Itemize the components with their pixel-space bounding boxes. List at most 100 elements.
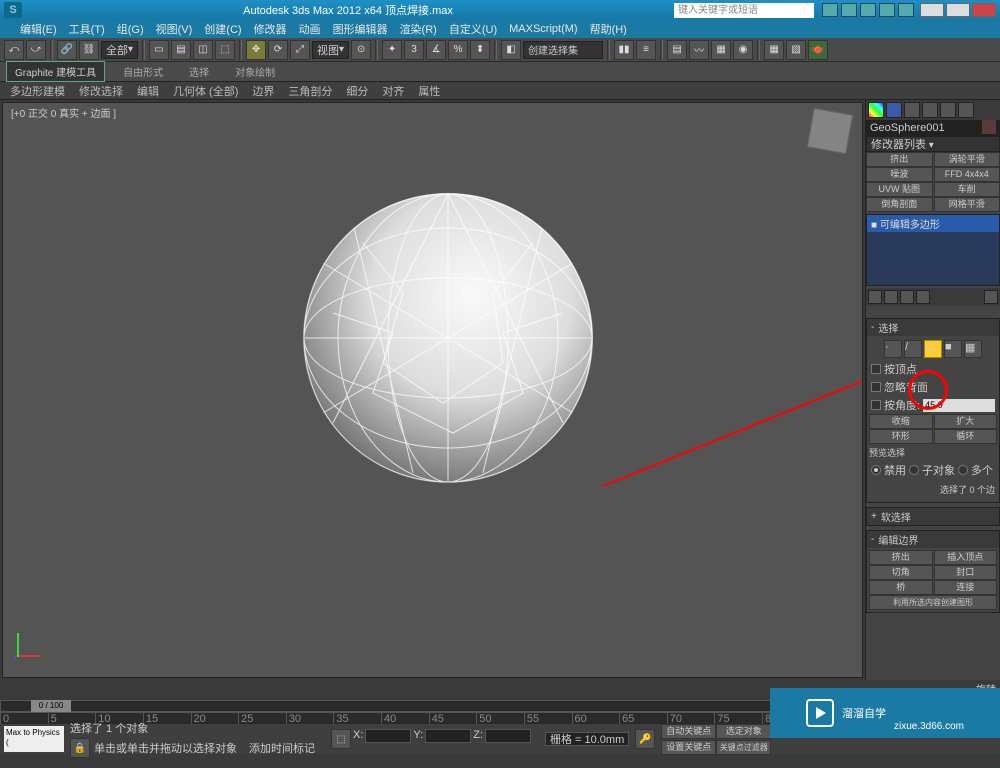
ignore-backfacing-checkbox[interactable] (871, 382, 881, 392)
preset-bevel[interactable]: 倒角剖面 (866, 197, 933, 212)
by-angle-checkbox[interactable] (871, 400, 881, 410)
time-slider-thumb[interactable]: 0 / 100 (31, 700, 71, 712)
preset-meshsmooth[interactable]: 网格平滑 (934, 197, 1000, 212)
rollout-soft-header[interactable]: 软选择 (867, 508, 999, 525)
connect-button[interactable]: 连接 (934, 580, 998, 595)
maximize-button[interactable] (946, 3, 970, 17)
link-icon[interactable]: 🔗 (57, 40, 77, 60)
modifier-list-dropdown[interactable]: 修改器列表 ▾ (866, 136, 1000, 152)
key-mode-icon[interactable]: 🔑 (635, 729, 655, 749)
modifier-stack[interactable]: ■ 可编辑多边形 (866, 214, 1000, 286)
preview-multi-radio[interactable] (958, 465, 968, 475)
material-icon[interactable]: ◉ (733, 40, 753, 60)
graphite-tab-modeling[interactable]: Graphite 建模工具 (6, 61, 105, 82)
preview-subobj-radio[interactable] (909, 465, 919, 475)
redo-icon[interactable]: ⤻ (26, 40, 46, 60)
layer-icon[interactable]: ▤ (667, 40, 687, 60)
menu-view[interactable]: 视图(V) (156, 21, 193, 37)
show-end-icon[interactable] (884, 290, 898, 304)
preset-turbosmooth[interactable]: 涡轮平滑 (934, 152, 1000, 167)
render-setup-icon[interactable]: ▦ (764, 40, 784, 60)
preset-ffd[interactable]: FFD 4x4x4 (934, 167, 1000, 182)
element-mode-icon[interactable]: ▦ (964, 340, 982, 358)
abs-transform-icon[interactable]: ⬚ (331, 729, 351, 749)
by-vertex-checkbox[interactable] (871, 364, 881, 374)
viewcube[interactable] (807, 108, 853, 154)
manipulate-icon[interactable]: ✦ (382, 40, 402, 60)
preset-extrude[interactable]: 挤出 (866, 152, 933, 167)
window-crossing-icon[interactable]: ⬚ (215, 40, 235, 60)
z-input[interactable] (485, 729, 531, 743)
menu-graph[interactable]: 图形编辑器 (333, 21, 388, 37)
subtab-modsel[interactable]: 修改选择 (75, 82, 127, 100)
subtab-polymodel[interactable]: 多边形建模 (6, 82, 69, 100)
stack-item-epoly[interactable]: ■ 可编辑多边形 (867, 215, 999, 232)
keyfilter-button[interactable]: 关键点过滤器 (716, 740, 771, 755)
cap-button[interactable]: 封口 (934, 565, 998, 580)
insert-vertex-button[interactable]: 插入顶点 (934, 550, 998, 565)
pivot-icon[interactable]: ⊙ (351, 40, 371, 60)
utilities-tab-icon[interactable] (958, 102, 974, 118)
object-name-field[interactable]: GeoSphere001 (866, 120, 1000, 136)
menu-customize[interactable]: 自定义(U) (449, 21, 497, 37)
menu-modifiers[interactable]: 修改器 (254, 21, 287, 37)
pin-stack-icon[interactable] (868, 290, 882, 304)
spinner-snap-icon[interactable]: ⬍ (470, 40, 490, 60)
named-sel-icon[interactable]: ◧ (501, 40, 521, 60)
menu-animation[interactable]: 动画 (299, 21, 321, 37)
unlink-icon[interactable]: ⛓ (79, 40, 99, 60)
graphite-tab-selection[interactable]: 选择 (181, 62, 217, 81)
rollout-edit-border-header[interactable]: 编辑边界 (867, 531, 999, 548)
ref-coord-dropdown[interactable]: 视图 ▾ (312, 41, 349, 59)
viewport-label[interactable]: [+0 正交 0 真实 + 边面 ] (11, 105, 116, 120)
motion-tab-icon[interactable] (922, 102, 938, 118)
menu-create[interactable]: 创建(C) (204, 21, 241, 37)
subtab-props[interactable]: 属性 (414, 82, 444, 100)
move-icon[interactable]: ✥ (246, 40, 266, 60)
snap-toggle-icon[interactable]: 3 (404, 40, 424, 60)
graphite-tab-freeform[interactable]: 自由形式 (115, 62, 171, 81)
subtab-subdiv[interactable]: 细分 (342, 82, 372, 100)
autokey-button[interactable]: 自动关键点 (661, 724, 716, 739)
rollout-selection-header[interactable]: 选择 (867, 319, 999, 336)
menu-tools[interactable]: 工具(T) (69, 21, 105, 37)
scale-icon[interactable]: ⤢ (290, 40, 310, 60)
modify-tab-icon[interactable] (886, 102, 902, 118)
schematic-icon[interactable]: ▦ (711, 40, 731, 60)
mirror-icon[interactable]: ▮▮ (614, 40, 634, 60)
menu-edit[interactable]: 编辑(E) (20, 21, 57, 37)
menu-group[interactable]: 组(G) (117, 21, 144, 37)
subtab-align[interactable]: 对齐 (378, 82, 408, 100)
make-unique-icon[interactable] (900, 290, 914, 304)
undo-icon[interactable]: ⤺ (4, 40, 24, 60)
chamfer-button[interactable]: 切角 (869, 565, 933, 580)
create-tab-icon[interactable] (868, 102, 884, 118)
help-search-input[interactable]: 键入关键字或短语 (674, 3, 814, 18)
subtab-edit[interactable]: 编辑 (133, 82, 163, 100)
add-time-tag-button[interactable]: 添加时间标记 (249, 740, 315, 756)
angle-snap-icon[interactable]: ∡ (426, 40, 446, 60)
setkey-button[interactable]: 设置关键点 (661, 740, 716, 755)
geosphere-object[interactable] (303, 193, 593, 483)
polygon-mode-icon[interactable]: ■ (944, 340, 962, 358)
select-icon[interactable]: ▭ (149, 40, 169, 60)
preset-noise[interactable]: 噪波 (866, 167, 933, 182)
title-icon[interactable] (841, 3, 857, 17)
title-icon[interactable] (879, 3, 895, 17)
vertex-mode-icon[interactable]: · (884, 340, 902, 358)
shrink-button[interactable]: 收缩 (869, 414, 933, 429)
title-icon[interactable] (860, 3, 876, 17)
title-icon[interactable] (898, 3, 914, 17)
menu-help[interactable]: 帮助(H) (590, 21, 627, 37)
maxscript-listener[interactable]: Max to Physics ( (4, 726, 64, 752)
preset-lathe[interactable]: 车削 (934, 182, 1000, 197)
grow-button[interactable]: 扩大 (934, 414, 998, 429)
menu-render[interactable]: 渲染(R) (400, 21, 437, 37)
align-icon[interactable]: ≡ (636, 40, 656, 60)
graphite-tab-paint[interactable]: 对象绘制 (227, 62, 283, 81)
object-color-swatch[interactable] (982, 120, 996, 134)
menu-maxscript[interactable]: MAXScript(M) (509, 23, 577, 35)
minimize-button[interactable] (920, 3, 944, 17)
app-logo[interactable]: S (4, 2, 22, 18)
select-region-icon[interactable]: ◫ (193, 40, 213, 60)
